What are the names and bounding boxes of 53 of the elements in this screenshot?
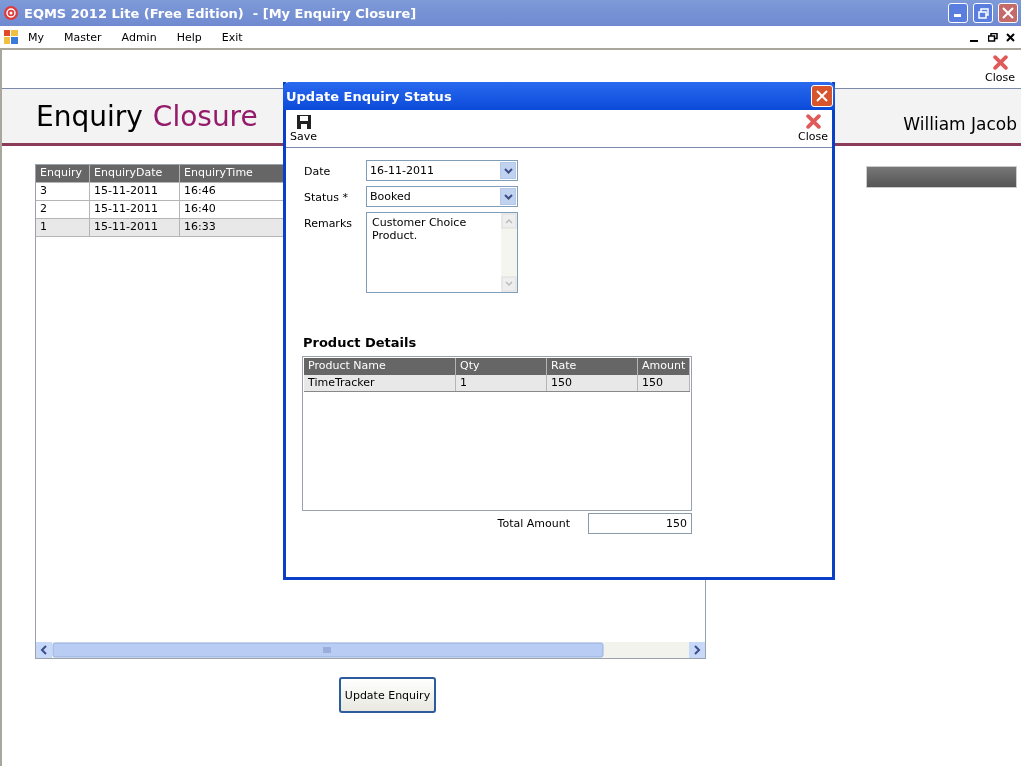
close-icon [992,54,1008,70]
close-icon [1002,7,1014,19]
table-cell: 15-11-2011 [90,201,180,218]
window-title: EQMS 2012 Lite (Free Edition) - [My Enquiry Closure] [24,5,418,21]
section-title: Product Details [303,335,418,350]
table-cell: 150 [547,375,638,391]
close-button[interactable]: Close [798,114,828,143]
dropdown-field[interactable]: 16-11-2011 [366,160,518,181]
restore-icon [977,7,989,19]
table-cell: 3 [36,183,90,200]
scroll-left-icon[interactable] [36,642,52,658]
grid-row[interactable]: TimeTracker 1 150 150 [304,375,690,392]
table-cell: 2 [36,201,90,218]
column-header[interactable]: EnquiryDate [90,165,180,182]
table-cell: 15-11-2011 [90,219,180,236]
app-logo-icon [3,5,19,21]
field-label: Remarks [304,216,353,230]
page-title-accent: Closure [152,99,258,133]
table-cell: TimeTracker [304,375,456,391]
field-label: Date [304,164,332,178]
menu-item[interactable]: Help [166,30,212,44]
save-icon [296,114,311,129]
table-cell: 1 [36,219,90,236]
table-cell: 1 [456,375,547,391]
chevron-down-icon [503,193,513,200]
chevron-down-icon [503,167,513,174]
total-label: Total Amount [497,517,570,530]
table-cell: 150 [638,375,690,391]
dialog-title: Update Enquiry Status [286,88,452,104]
save-button[interactable]: Save [290,114,317,143]
minimize-icon[interactable] [970,38,978,42]
restore-icon[interactable] [988,32,998,42]
user-name: William Jacob [903,113,1017,134]
restore-button[interactable] [973,3,993,23]
menu-item[interactable]: Admin [111,30,167,44]
close-icon [805,114,821,129]
scroll-right-icon[interactable] [689,642,705,658]
page-title: Enquiry [36,99,143,133]
dialog-close-button[interactable] [811,85,833,107]
dropdown-field[interactable]: Booked [366,186,518,207]
close-icon [816,90,828,102]
menu-item[interactable]: My [18,30,54,44]
close-button[interactable]: Close [985,54,1015,84]
close-icon[interactable] [1006,32,1015,42]
column-header[interactable]: Enquiry [36,165,90,182]
close-button[interactable] [998,3,1018,23]
menu-item[interactable]: Exit [211,30,253,44]
total-field[interactable]: 150 [588,513,692,534]
minimize-button[interactable] [948,3,968,23]
table-cell: 15-11-2011 [90,183,180,200]
update-enquiry-button[interactable]: Update Enquiry [338,677,437,713]
mdi-window-icon [4,30,18,44]
menu-item[interactable]: Master [54,30,112,44]
